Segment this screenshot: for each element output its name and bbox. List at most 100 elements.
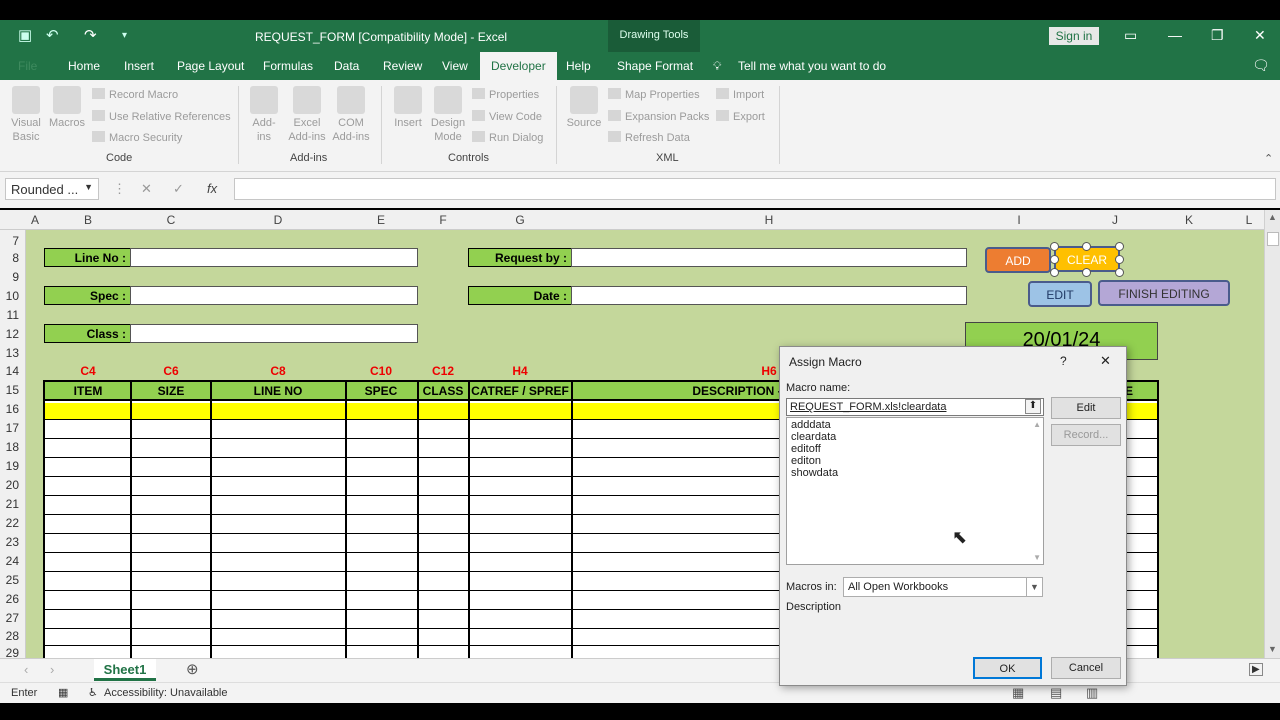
selection-handle[interactable] (1115, 268, 1124, 277)
tab-data[interactable]: Data (334, 59, 359, 73)
column-header[interactable]: G (515, 213, 524, 227)
macro-record-icon[interactable]: ▦ (58, 686, 68, 699)
row-header[interactable]: 9 (12, 270, 19, 284)
column-header[interactable]: H (765, 213, 774, 227)
row-header[interactable]: 8 (12, 251, 19, 265)
add-sheet-icon[interactable]: ⊕ (186, 660, 199, 678)
scroll-right-icon[interactable]: ▶ (1249, 663, 1263, 676)
row-header[interactable]: 12 (6, 327, 19, 341)
selection-handle[interactable] (1082, 242, 1091, 251)
comments-icon[interactable]: 🗨︎ (1252, 57, 1270, 74)
row-header[interactable]: 17 (6, 421, 19, 435)
ok-button[interactable]: OK (973, 657, 1042, 679)
use-relative-button[interactable]: Use Relative References (92, 110, 231, 123)
tab-developer[interactable]: Developer (480, 52, 557, 80)
column-header[interactable]: D (274, 213, 283, 227)
design-mode-button[interactable]: Design Mode (428, 86, 468, 144)
row-header[interactable]: 24 (6, 554, 19, 568)
column-header[interactable]: J (1112, 213, 1118, 227)
prev-sheet-icon[interactable]: ‹ (24, 662, 28, 677)
ribbon-display-icon[interactable]: ▭ (1124, 27, 1137, 44)
source-button[interactable]: Source (564, 86, 604, 130)
confirm-entry-icon[interactable]: ✓ (173, 181, 184, 197)
macro-name-input[interactable]: REQUEST_FORM.xls!cleardata ⬆︎ (786, 398, 1044, 416)
row-header[interactable]: 11 (7, 308, 19, 322)
row-header[interactable]: 18 (6, 440, 19, 454)
tab-insert[interactable]: Insert (124, 59, 154, 73)
column-header[interactable]: B (84, 213, 92, 227)
row-header[interactable]: 7 (12, 234, 19, 248)
selection-handle[interactable] (1115, 255, 1124, 264)
excel-add-ins-button[interactable]: Excel Add-ins (286, 86, 328, 144)
accessibility-status[interactable]: Accessibility: Unavailable (104, 687, 228, 699)
selection-handle[interactable] (1050, 242, 1059, 251)
accessibility-icon[interactable]: ♿︎ (88, 686, 98, 699)
row-header[interactable]: 26 (6, 592, 19, 606)
selection-handle[interactable] (1082, 268, 1091, 277)
run-dialog-button[interactable]: Run Dialog (472, 131, 543, 144)
line-no-field[interactable] (130, 248, 418, 267)
name-box[interactable]: Rounded ... ▼ (5, 178, 99, 200)
finish-editing-button[interactable]: FINISH EDITING (1098, 280, 1230, 306)
selection-handle[interactable] (1050, 255, 1059, 264)
tab-file[interactable]: File (18, 59, 37, 73)
next-sheet-icon[interactable]: › (50, 662, 54, 677)
expansion-packs-button[interactable]: Expansion Packs (608, 110, 709, 123)
map-properties-button[interactable]: Map Properties (608, 88, 700, 101)
tab-review[interactable]: Review (383, 59, 422, 73)
customize-qat-icon[interactable]: ▾ (122, 30, 127, 41)
import-button[interactable]: Import (716, 88, 764, 101)
collapse-ribbon-icon[interactable]: ⌃ (1264, 152, 1273, 165)
scroll-thumb[interactable] (1267, 232, 1279, 246)
tab-view[interactable]: View (442, 59, 468, 73)
macros-in-select[interactable]: All Open Workbooks ▼ (843, 577, 1043, 597)
list-item[interactable]: cleardata (791, 431, 1039, 443)
column-header[interactable]: E (377, 213, 385, 227)
column-header[interactable]: F (439, 213, 446, 227)
row-header[interactable]: 25 (6, 573, 19, 587)
edit-button[interactable]: EDIT (1028, 281, 1092, 307)
cancel-button[interactable]: Cancel (1051, 657, 1121, 679)
restore-icon[interactable]: ❐ (1211, 27, 1224, 44)
macro-security-button[interactable]: Macro Security (92, 131, 182, 144)
tab-help[interactable]: Help (566, 59, 591, 73)
formula-input[interactable] (234, 178, 1276, 200)
list-item[interactable]: editoff (791, 443, 1039, 455)
help-icon[interactable]: ? (1060, 354, 1067, 368)
properties-button[interactable]: Properties (472, 88, 539, 101)
request-by-field[interactable] (571, 248, 967, 267)
scroll-down-icon[interactable]: ▼ (1268, 644, 1277, 654)
column-header[interactable]: L (1246, 213, 1253, 227)
vertical-scrollbar[interactable]: ▲ ▼ (1264, 210, 1280, 658)
tab-page-layout[interactable]: Page Layout (177, 59, 244, 73)
row-header[interactable]: 27 (6, 611, 19, 625)
refresh-data-button[interactable]: Refresh Data (608, 131, 690, 144)
collapse-icon[interactable]: ⬆︎ (1025, 399, 1041, 414)
record-macro-dialog-button[interactable]: Record... (1051, 424, 1121, 446)
row-header[interactable]: 10 (6, 289, 19, 303)
undo-icon[interactable]: ↶ (46, 26, 59, 44)
record-macro-button[interactable]: Record Macro (92, 88, 178, 101)
selection-handle[interactable] (1115, 242, 1124, 251)
edit-macro-button[interactable]: Edit (1051, 397, 1121, 419)
page-break-view-icon[interactable]: ▥ (1086, 685, 1098, 701)
tell-me-search[interactable]: Tell me what you want to do (738, 59, 886, 73)
tab-formulas[interactable]: Formulas (263, 59, 313, 73)
cancel-entry-icon[interactable]: ✕ (141, 181, 152, 197)
add-ins-button[interactable]: Add-ins (246, 86, 282, 144)
normal-view-icon[interactable]: ▦ (1012, 685, 1024, 701)
list-item[interactable]: editon (791, 455, 1039, 467)
row-header[interactable]: 20 (6, 478, 19, 492)
page-layout-view-icon[interactable]: ▤ (1050, 685, 1062, 701)
column-header[interactable]: I (1017, 213, 1020, 227)
scroll-down-icon[interactable]: ▼ (1033, 553, 1041, 562)
redo-icon[interactable]: ↷ (84, 26, 97, 44)
row-header[interactable]: 16 (6, 402, 19, 416)
row-header[interactable]: 19 (6, 459, 19, 473)
column-header[interactable]: C (167, 213, 176, 227)
date-field[interactable] (571, 286, 967, 305)
row-header[interactable]: 14 (6, 364, 19, 378)
column-header[interactable]: A (31, 213, 39, 227)
close-window-icon[interactable]: ✕ (1254, 27, 1266, 44)
sign-in-button[interactable]: Sign in (1049, 27, 1099, 45)
